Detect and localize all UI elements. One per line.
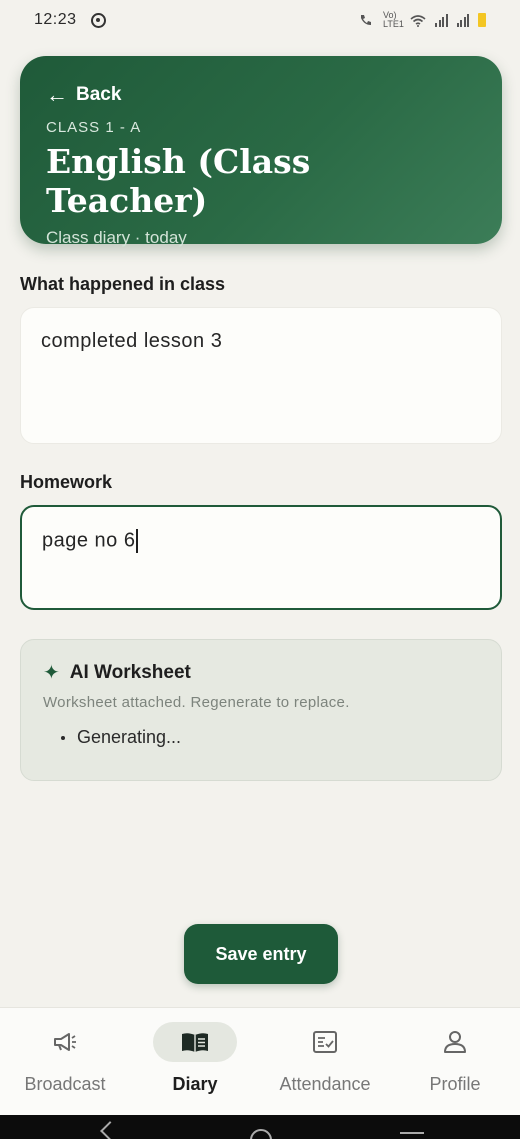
network-type-label: Vo) LTE1 [383, 10, 404, 29]
book-icon [182, 1033, 208, 1052]
notification-icon [90, 12, 106, 28]
system-home-icon[interactable] [250, 1129, 272, 1139]
system-nav-bar [0, 1115, 520, 1139]
page-subtitle: Class diary · today [46, 228, 187, 247]
back-label: Back [76, 84, 122, 105]
class-label: CLASS 1 - A [46, 119, 142, 136]
ai-worksheet-status: Generating... [61, 727, 479, 748]
ai-worksheet-header: ✦ AI Worksheet [43, 662, 479, 684]
battery-icon [478, 13, 486, 27]
back-button[interactable]: ← Back [46, 84, 121, 106]
nav-label-broadcast: Broadcast [24, 1074, 106, 1094]
loading-indicator-icon [61, 735, 65, 740]
ai-worksheet-card: ✦ AI Worksheet Worksheet attached. Regen… [20, 639, 502, 781]
class-notes-field[interactable]: completed lesson 3 [20, 307, 502, 444]
text-caret [136, 529, 139, 553]
signal-icon [435, 13, 448, 27]
class-notes-value: completed lesson 3 [41, 330, 223, 352]
homework-field[interactable]: page no 6 [20, 505, 502, 610]
ai-worksheet-note: Worksheet attached. Regenerate to replac… [43, 694, 350, 711]
header-card: ← Back CLASS 1 - A English (Class Teache… [20, 56, 502, 247]
nav-label-profile: Profile [429, 1074, 481, 1094]
nav-item-broadcast[interactable]: Broadcast [0, 1022, 130, 1095]
status-icons: Vo) LTE1 [358, 11, 486, 29]
bottom-nav: Broadcast Diary Attendance Profile [0, 1007, 520, 1115]
wifi-icon [410, 14, 426, 27]
sparkle-icon: ✦ [43, 662, 60, 684]
nav-item-diary[interactable]: Diary [130, 1022, 260, 1095]
nav-item-attendance[interactable]: Attendance [260, 1022, 390, 1095]
system-recents-icon[interactable] [400, 1132, 424, 1134]
class-notes-label: What happened in class [20, 274, 226, 294]
system-back-icon[interactable] [100, 1121, 120, 1139]
person-icon [444, 1031, 466, 1053]
save-entry-button[interactable]: Save entry [184, 924, 338, 984]
megaphone-icon [54, 1033, 76, 1051]
nav-label-diary: Diary [172, 1074, 218, 1094]
page-title: English (Class Teacher) [46, 142, 311, 220]
homework-label: Homework [20, 472, 113, 492]
arrow-left-icon: ← [46, 82, 68, 107]
homework-value: page no 6 [42, 529, 136, 552]
signal-icon-2 [456, 13, 469, 27]
nav-item-profile[interactable]: Profile [390, 1022, 520, 1095]
ai-worksheet-status-text: Generating... [77, 727, 182, 747]
ai-worksheet-title: AI Worksheet [69, 662, 191, 683]
status-time: 12:23 [34, 11, 77, 28]
status-bar: 12:23 Vo) LTE1 [0, 0, 520, 40]
call-icon [361, 15, 371, 25]
nav-label-attendance: Attendance [279, 1074, 371, 1094]
checklist-icon [313, 1031, 337, 1053]
